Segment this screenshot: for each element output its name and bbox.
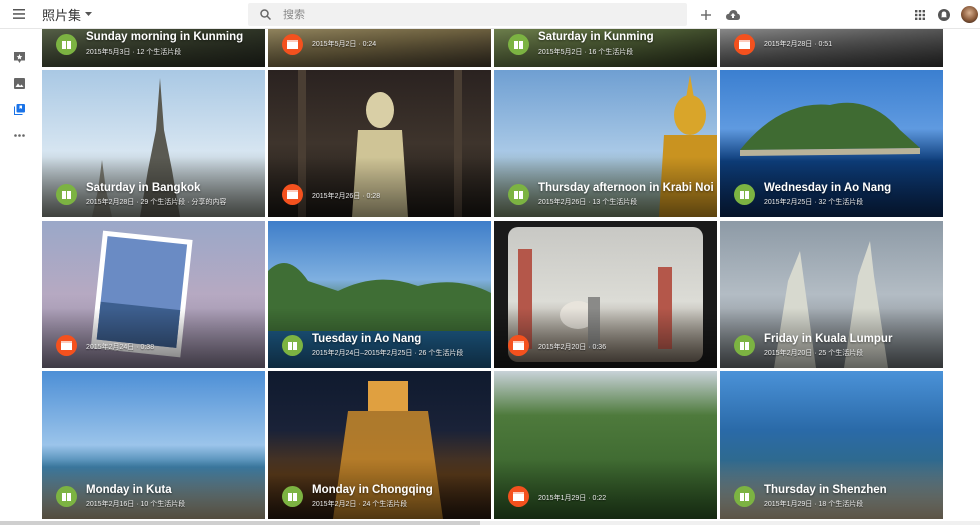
tile-meta: 2015年2月24日–2015年2月25日 · 26 个生活片段 bbox=[312, 350, 464, 357]
tile-meta: 2015年2月25日 · 32 个生活片段 bbox=[764, 199, 864, 206]
tile-saturday-kunming[interactable]: Saturday in Kunming 2015年5月2日 · 16 个生活片段 bbox=[494, 25, 717, 67]
tile-movie-0129[interactable]: 2015年1月29日 · 0:22 bbox=[494, 371, 717, 519]
apps-button[interactable] bbox=[913, 0, 927, 29]
tile-movie-0220[interactable]: 2015年2月20日 · 0:36 bbox=[494, 221, 717, 368]
tile-shade bbox=[268, 157, 491, 217]
top-app-bar: 照片集 bbox=[0, 0, 980, 29]
tile-title: Sunday morning in Kunming bbox=[86, 31, 244, 43]
story-icon bbox=[734, 486, 755, 507]
tile-meta: 2015年2月26日 · 0:28 bbox=[312, 193, 381, 200]
tile-wednesday-aonang[interactable]: Wednesday in Ao Nang 2015年2月25日 · 32 个生活… bbox=[720, 70, 943, 217]
menu-button[interactable] bbox=[0, 0, 38, 29]
tile-monday-kuta[interactable]: Monday in Kuta 2015年2月16日 · 10 个生活片段 bbox=[42, 371, 265, 519]
assistant-icon bbox=[13, 51, 25, 63]
story-icon bbox=[282, 335, 303, 356]
tile-meta: 2015年2月26日 · 13 个生活片段 bbox=[538, 199, 638, 206]
chevron-down-icon bbox=[85, 12, 93, 16]
tile-meta: 2015年2月2日 · 24 个生活片段 bbox=[312, 501, 408, 508]
nav-assistant[interactable] bbox=[0, 44, 38, 70]
nav-photos[interactable] bbox=[0, 70, 38, 96]
search-input[interactable] bbox=[283, 8, 663, 21]
photo-icon bbox=[13, 77, 25, 89]
tile-meta: 2015年2月20日 · 0:36 bbox=[538, 344, 607, 351]
tile-sunday-kunming[interactable]: Sunday morning in Kunming 2015年5月3日 · 12… bbox=[42, 25, 265, 67]
collections-icon bbox=[13, 103, 25, 115]
story-icon bbox=[56, 486, 77, 507]
tile-title: Saturday in Bangkok bbox=[86, 182, 201, 194]
tile-title: Saturday in Kunming bbox=[538, 31, 654, 43]
movie-icon bbox=[56, 335, 77, 356]
tile-saturday-bangkok[interactable]: Saturday in Bangkok 2015年2月28日 · 29 个生活片… bbox=[42, 70, 265, 217]
notifications-button[interactable] bbox=[937, 0, 951, 29]
tile-meta: 2015年5月3日 · 12 个生活片段 bbox=[86, 49, 182, 56]
tile-title: Monday in Kuta bbox=[86, 484, 172, 496]
add-button[interactable] bbox=[698, 0, 714, 29]
tile-meta: 2015年5月2日 · 0:24 bbox=[312, 41, 377, 48]
story-icon bbox=[56, 184, 77, 205]
apps-grid-icon bbox=[915, 9, 925, 20]
tile-friday-kualalumpur[interactable]: Friday in Kuala Lumpur 2015年2月20日 · 25 个… bbox=[720, 221, 943, 368]
tile-title: Wednesday in Ao Nang bbox=[764, 182, 892, 194]
tile-shade bbox=[42, 308, 265, 368]
more-horizontal-icon bbox=[13, 133, 25, 137]
tile-meta: 2015年2月16日 · 10 个生活片段 bbox=[86, 501, 186, 508]
tile-meta: 2015年2月24日 · 0:38 bbox=[86, 344, 155, 351]
movie-icon bbox=[734, 34, 755, 55]
tile-movie-0226[interactable]: 2015年2月26日 · 0:28 bbox=[268, 70, 491, 217]
story-icon bbox=[56, 34, 77, 55]
tile-tuesday-aonang[interactable]: Tuesday in Ao Nang 2015年2月24日–2015年2月25日… bbox=[268, 221, 491, 368]
album-dropdown[interactable]: 照片集 bbox=[38, 5, 243, 24]
tile-thursday-krabi[interactable]: Thursday afternoon in Krabi Noi 2015年2月2… bbox=[494, 70, 717, 217]
tile-thursday-shenzhen[interactable]: Thursday in Shenzhen 2015年1月29日 · 18 个生活… bbox=[720, 371, 943, 519]
tile-meta: 2015年2月28日 · 29 个生活片段 · 分享的内容 bbox=[86, 199, 227, 206]
account-avatar-button[interactable] bbox=[960, 0, 978, 29]
tile-shade bbox=[494, 308, 717, 368]
plus-icon bbox=[701, 9, 711, 20]
nav-more[interactable] bbox=[0, 122, 38, 148]
movie-icon bbox=[282, 34, 303, 55]
horizontal-scrollbar-thumb[interactable] bbox=[0, 521, 480, 525]
search-bar[interactable] bbox=[248, 3, 687, 26]
tile-movie-0502[interactable]: 2015年5月2日 · 0:24 bbox=[268, 25, 491, 67]
tile-meta: 2015年1月29日 · 18 个生活片段 bbox=[764, 501, 864, 508]
tile-meta: 2015年1月29日 · 0:22 bbox=[538, 495, 607, 502]
cloud-upload-icon bbox=[726, 9, 740, 20]
tile-shade bbox=[494, 459, 717, 519]
tile-title: Monday in Chongqing bbox=[312, 484, 433, 496]
hamburger-menu-icon bbox=[13, 9, 25, 19]
app-title: 照片集 bbox=[42, 7, 82, 23]
tile-meta: 2015年2月28日 · 0:51 bbox=[764, 41, 833, 48]
left-nav-rail bbox=[0, 29, 38, 525]
nav-collections[interactable] bbox=[0, 96, 38, 122]
story-icon bbox=[508, 34, 529, 55]
movie-icon bbox=[282, 184, 303, 205]
upload-button[interactable] bbox=[724, 0, 742, 29]
tile-movie-0228a[interactable]: 2015年2月28日 · 0:51 bbox=[720, 25, 943, 67]
tile-title: Thursday in Shenzhen bbox=[764, 484, 887, 496]
movie-icon bbox=[508, 486, 529, 507]
tile-title: Tuesday in Ao Nang bbox=[312, 333, 422, 345]
avatar bbox=[960, 6, 978, 23]
story-icon bbox=[734, 184, 755, 205]
story-icon bbox=[734, 335, 755, 356]
tile-meta: 2015年5月2日 · 16 个生活片段 bbox=[538, 49, 634, 56]
tile-monday-chongqing[interactable]: Monday in Chongqing 2015年2月2日 · 24 个生活片段 bbox=[268, 371, 491, 519]
notifications-bell-icon bbox=[938, 8, 950, 21]
movie-icon bbox=[508, 335, 529, 356]
tile-title: Thursday afternoon in Krabi Noi bbox=[538, 182, 714, 194]
tile-title: Friday in Kuala Lumpur bbox=[764, 333, 893, 345]
tile-movie-0224[interactable]: 2015年2月24日 · 0:38 bbox=[42, 221, 265, 368]
story-icon bbox=[508, 184, 529, 205]
tile-meta: 2015年2月20日 · 25 个生活片段 bbox=[764, 350, 864, 357]
search-icon[interactable] bbox=[260, 9, 271, 20]
story-icon bbox=[282, 486, 303, 507]
